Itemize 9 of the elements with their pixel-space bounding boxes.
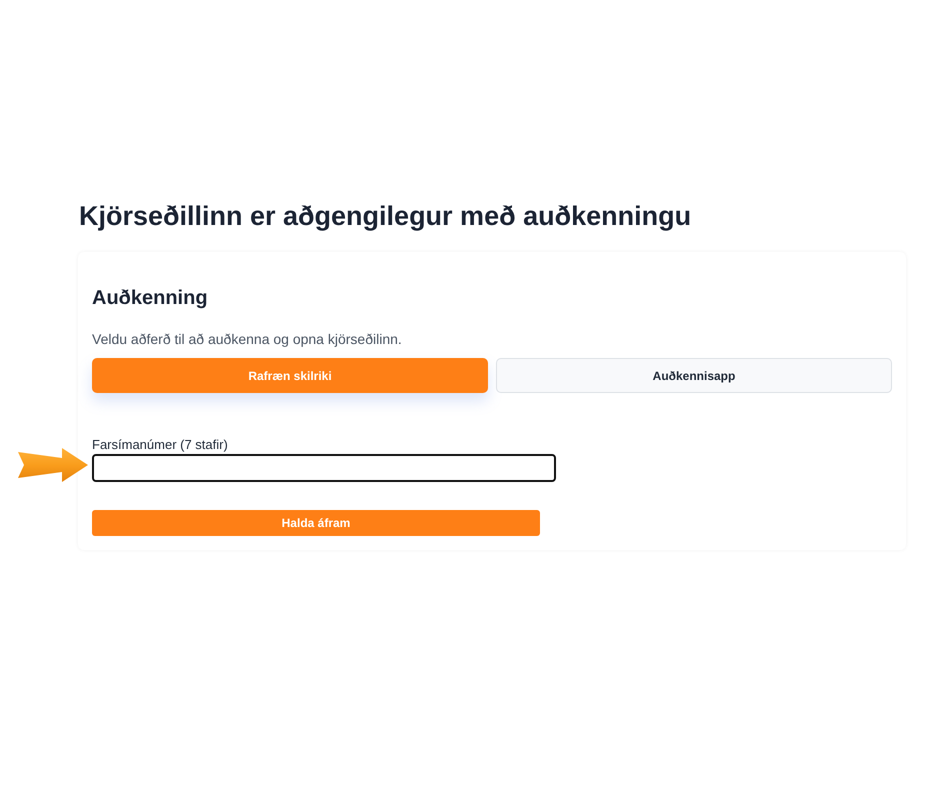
arrow-icon [18, 448, 88, 482]
page-heading: Kjörseðillinn er aðgengilegur með auðkenningu [79, 200, 692, 233]
continue-button[interactable]: Halda áfram [92, 510, 540, 536]
card-title: Auðkenning [92, 286, 209, 311]
method-tab[interactable]: Rafræn skilriki [92, 358, 488, 393]
field-label: Farsímanúmer (7 stafir) [92, 437, 228, 453]
method-tab[interactable]: Auðkennisapp [496, 358, 892, 393]
card-description: Veldu aðferð til að auðkenna og opna kjörseðilinn. [92, 330, 403, 348]
phone-input[interactable] [92, 454, 556, 482]
